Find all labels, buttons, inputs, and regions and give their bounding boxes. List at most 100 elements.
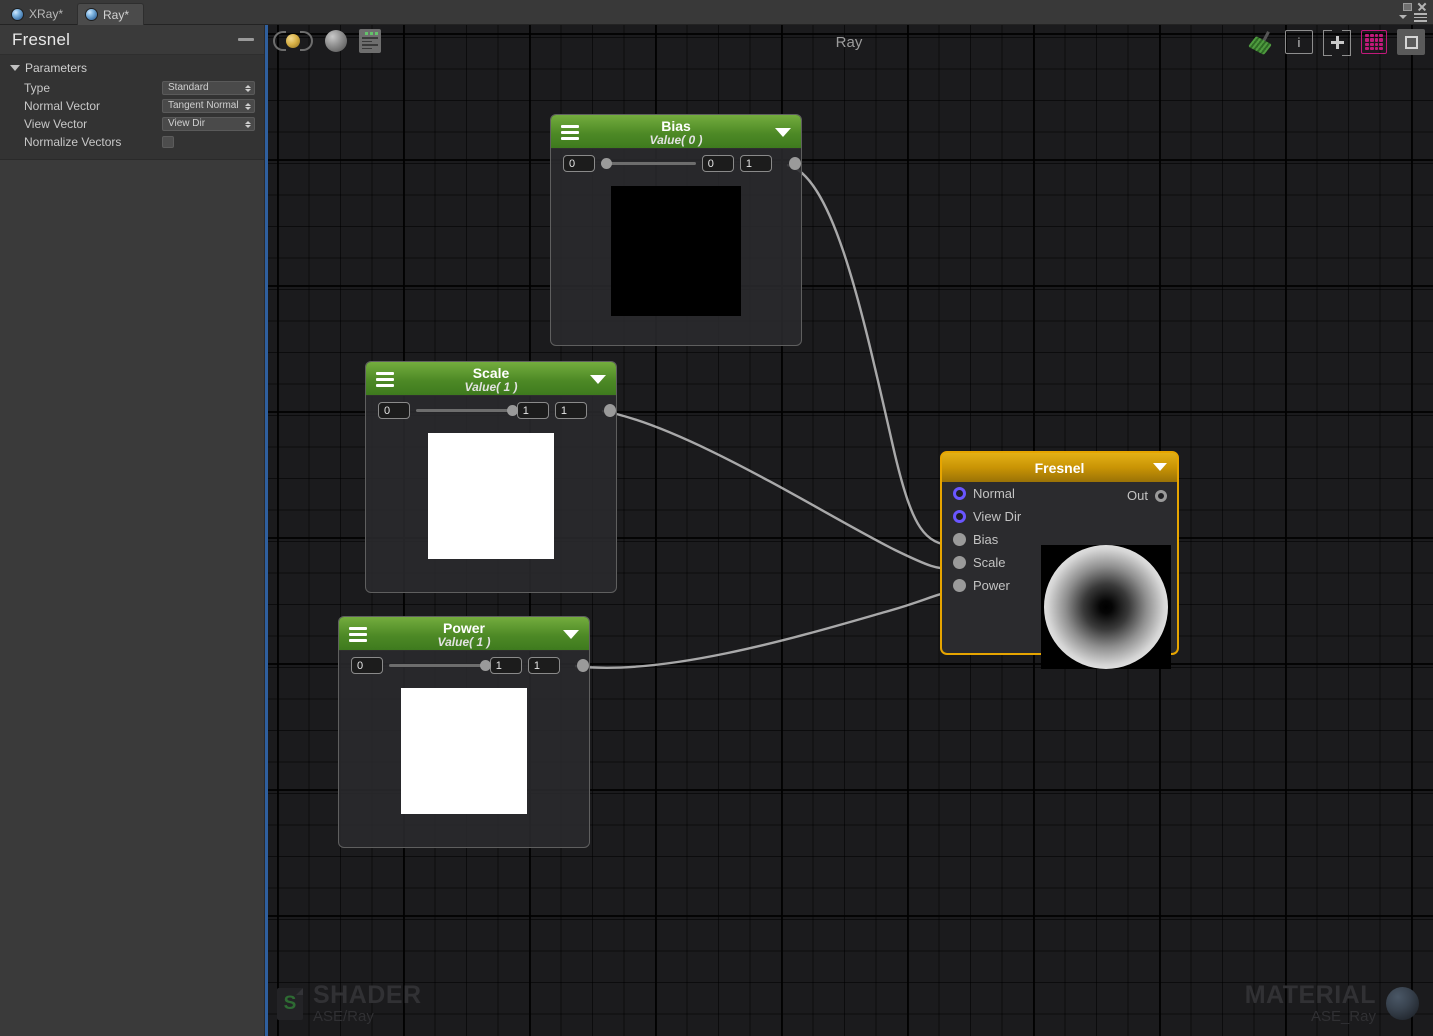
view-vector-dropdown[interactable]: View Dir (162, 117, 255, 131)
tab-bar: XRay* Ray* (4, 0, 145, 25)
param-row-view-vector: View Vector View Dir (0, 115, 264, 133)
tab-ray[interactable]: Ray* (77, 3, 145, 25)
chevron-down-icon[interactable] (590, 375, 606, 384)
cleanup-broom-icon[interactable] (1247, 31, 1275, 55)
chevron-down-icon[interactable] (1153, 463, 1167, 471)
node-preview (339, 674, 589, 830)
node-title: Scale (472, 364, 510, 381)
tab-label: XRay* (29, 7, 64, 21)
slider-knob[interactable] (507, 405, 519, 416)
tab-xray[interactable]: XRay* (4, 3, 77, 25)
titlebar: XRay* Ray* (0, 0, 1433, 25)
input-row-view-dir: View Dir (942, 505, 1177, 528)
param-label: View Vector (24, 117, 88, 131)
node-header[interactable]: Fresnel (942, 453, 1177, 482)
node-menu-icon[interactable] (561, 125, 579, 140)
slider-knob[interactable] (480, 660, 492, 671)
add-node-icon[interactable] (1323, 30, 1351, 56)
restore-window-icon[interactable] (1403, 3, 1412, 11)
preview-swatch (428, 433, 554, 559)
max-field[interactable]: 0 (701, 155, 734, 172)
value-slider[interactable] (601, 155, 696, 172)
min-field[interactable]: 0 (563, 155, 596, 172)
watermark-title: MATERIAL (1244, 981, 1376, 1010)
input-label: View Dir (973, 509, 1022, 524)
output-port[interactable] (1155, 489, 1167, 502)
value-field[interactable]: 1 (739, 155, 772, 172)
info-glyph: i (1297, 34, 1301, 50)
node-power[interactable]: Power Value( 1 ) 0 1 1 (338, 616, 590, 848)
graph-toolbar: Ray i (265, 25, 1433, 61)
output-port[interactable] (576, 659, 590, 672)
grid-toggle-icon[interactable] (1361, 30, 1387, 54)
watermark-title: SHADER (313, 981, 422, 1010)
node-graph-canvas[interactable]: Ray i Bias Value(0) 0 0 1 Scale Value(… (265, 25, 1433, 1036)
material-watermark: MATERIAL ASE_Ray (1245, 983, 1419, 1024)
max-field[interactable]: 1 (516, 402, 549, 419)
slider-knob[interactable] (601, 158, 613, 169)
node-title: Fresnel (1034, 459, 1085, 476)
param-label: Type (24, 81, 51, 95)
node-title: Bias (661, 117, 691, 134)
normalize-vectors-checkbox[interactable] (162, 136, 174, 148)
type-dropdown[interactable]: Standard (162, 81, 255, 95)
node-bias[interactable]: Bias Value( 0 ) 0 0 1 (550, 114, 802, 346)
shader-file-icon: S (277, 987, 303, 1020)
output-row: Out (1127, 488, 1167, 503)
input-port[interactable] (953, 510, 966, 523)
dropdown-value: View Dir (168, 118, 206, 129)
node-controls: 0 1 1 (366, 396, 617, 419)
canvas-accent-bar (265, 25, 268, 1036)
input-label: Scale (973, 555, 1006, 570)
normal-vector-dropdown[interactable]: Tangent Normal (162, 99, 255, 113)
focus-icon[interactable] (1397, 29, 1425, 55)
node-header[interactable]: Bias Value( 0 ) (551, 115, 801, 149)
node-menu-icon[interactable] (376, 372, 394, 387)
max-field[interactable]: 1 (489, 657, 522, 674)
input-port[interactable] (953, 579, 966, 592)
node-menu-icon[interactable] (349, 627, 367, 642)
value-slider[interactable] (416, 402, 519, 419)
param-label: Normalize Vectors (24, 135, 122, 149)
param-label: Normal Vector (24, 99, 101, 113)
min-field[interactable]: 0 (378, 402, 411, 419)
info-icon[interactable]: i (1285, 30, 1313, 54)
node-fresnel[interactable]: Fresnel Out Normal View Dir Bias Scale P… (940, 451, 1179, 669)
page-title: Fresnel (12, 29, 71, 49)
node-scale[interactable]: Scale Value( 1 ) 0 1 1 (365, 361, 617, 593)
value-field[interactable]: 1 (527, 657, 560, 674)
fresnel-preview-sphere (1044, 545, 1168, 669)
inspector-header: Fresnel (0, 25, 264, 55)
inspector-body: Parameters Type Standard Normal Vector T… (0, 55, 264, 160)
shader-icon-letter: S (283, 992, 297, 1014)
chevron-down-icon[interactable] (1399, 15, 1407, 20)
material-sphere-icon (1386, 987, 1419, 1021)
min-field[interactable]: 0 (351, 657, 384, 674)
value-slider[interactable] (389, 657, 492, 674)
input-port[interactable] (953, 487, 966, 500)
parameters-foldout[interactable]: Parameters (0, 59, 264, 79)
input-label: Normal (973, 486, 1015, 501)
node-header[interactable]: Power Value( 1 ) (339, 617, 589, 651)
dropdown-value: Tangent Normal (168, 100, 239, 111)
chevron-down-icon[interactable] (563, 630, 579, 639)
input-port[interactable] (953, 556, 966, 569)
node-body: Out Normal View Dir Bias Scale Power (942, 482, 1177, 669)
node-subtitle: Value( 1 ) (464, 379, 518, 394)
input-port[interactable] (953, 533, 966, 546)
value-field[interactable]: 1 (554, 402, 587, 419)
output-port[interactable] (788, 157, 802, 170)
node-controls: 0 0 1 (551, 149, 802, 172)
minimize-icon[interactable] (238, 38, 254, 41)
chevron-down-icon[interactable] (775, 128, 791, 137)
chevron-updown-icon (245, 102, 251, 110)
node-preview (551, 172, 801, 332)
shader-watermark: S SHADER ASE/Ray (277, 983, 422, 1024)
close-icon[interactable] (1417, 2, 1427, 12)
window-menu-icon[interactable] (1414, 13, 1427, 22)
window-controls (1389, 1, 1429, 25)
node-header[interactable]: Scale Value( 1 ) (366, 362, 616, 396)
dropdown-value: Standard (168, 82, 209, 93)
output-port[interactable] (603, 404, 617, 417)
param-row-normal-vector: Normal Vector Tangent Normal (0, 97, 264, 115)
